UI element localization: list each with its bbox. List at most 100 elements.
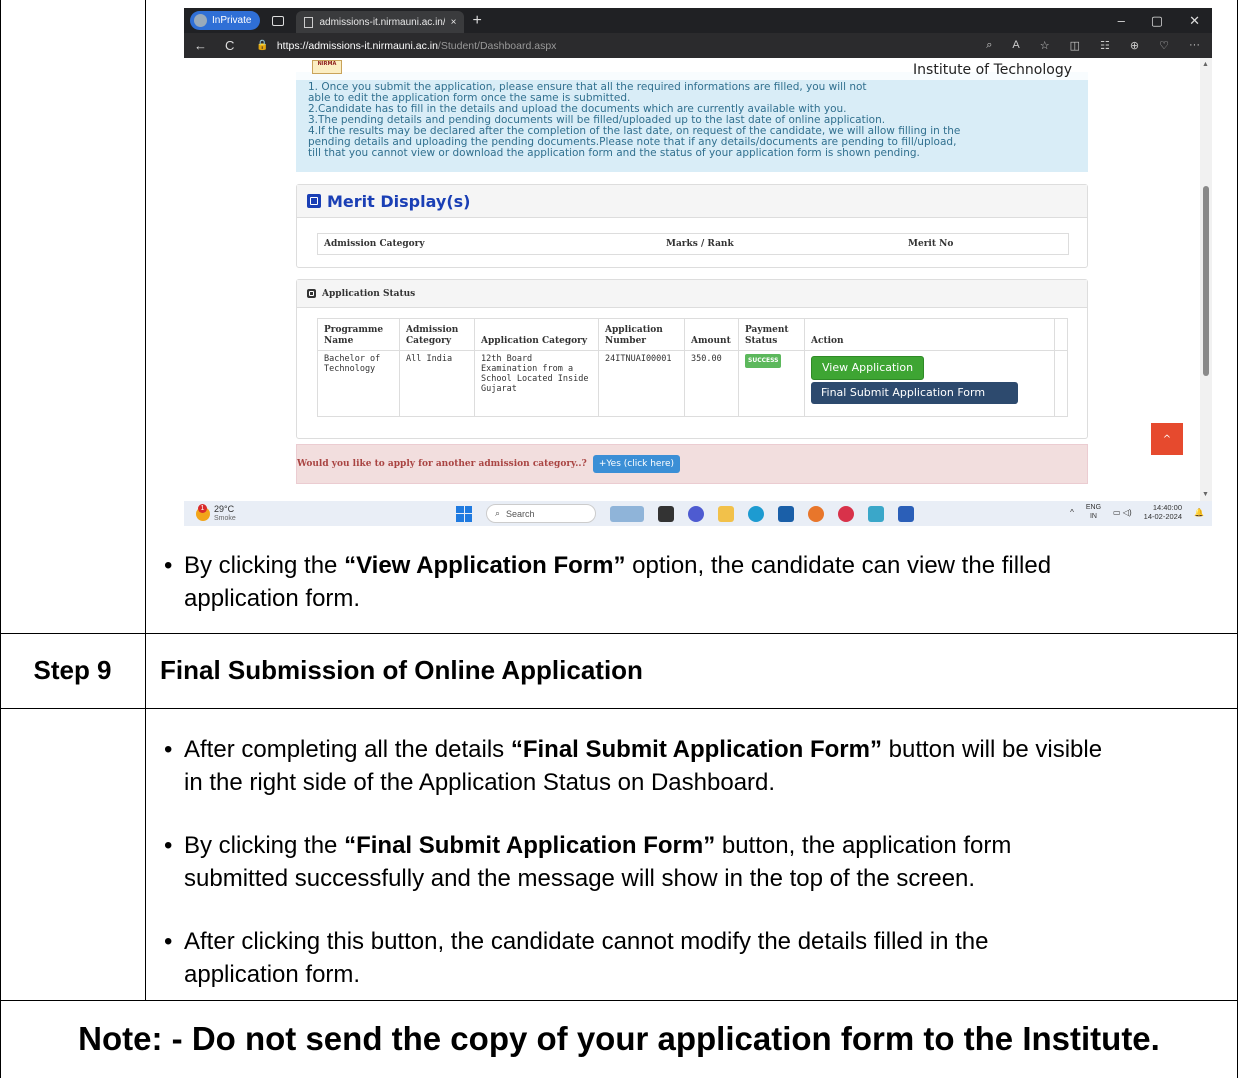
bullet-dot: • xyxy=(164,736,173,763)
merit-col-header: Marks / Rank xyxy=(666,239,734,249)
more-icon[interactable]: ··· xyxy=(1189,39,1200,52)
application-table: Programme Name Admission Category Applic… xyxy=(317,318,1068,417)
scroll-to-top-button[interactable]: ^ xyxy=(1151,423,1183,455)
minimize-icon[interactable]: – xyxy=(1118,13,1125,29)
application-category-cell: 12th Board Examination from a School Loc… xyxy=(474,350,599,417)
web-page: 1. Once you submit the application, plea… xyxy=(184,58,1200,501)
another-category-prompt: Would you like to apply for another admi… xyxy=(297,459,587,469)
edit-square-icon xyxy=(307,194,321,208)
vivaldi-icon[interactable] xyxy=(838,505,854,522)
table-row: Bachelor of Technology All India 12th Bo… xyxy=(317,350,1068,417)
search-icon: ⌕ xyxy=(495,508,501,518)
application-status-panel: Application Status Programme Name Admiss… xyxy=(296,279,1088,439)
firefox-icon[interactable] xyxy=(808,505,824,522)
tab-close-icon[interactable]: × xyxy=(451,17,457,28)
lang-region: IN xyxy=(1089,513,1097,520)
split-screen-icon[interactable]: ◫ xyxy=(1070,39,1080,52)
profile-icon xyxy=(194,14,207,27)
another-category-alert: Would you like to apply for another admi… xyxy=(296,444,1088,484)
bullet-dot: • xyxy=(164,552,173,579)
url-field[interactable]: 🔒 https://admissions-it.nirmauni.ac.in/S… xyxy=(256,40,556,52)
close-icon[interactable]: ✕ xyxy=(1189,13,1200,29)
bullet-view-form: • By clicking the “View Application Form”… xyxy=(164,549,1234,615)
edit-square-icon xyxy=(307,289,316,298)
taskbar-search[interactable]: ⌕ Search xyxy=(486,504,596,523)
table-border-left xyxy=(0,0,1,1078)
language-indicator[interactable]: ENG IN xyxy=(1086,503,1101,521)
weather-condition: Smoke xyxy=(214,514,236,522)
browser-tab[interactable]: admissions-it.nirmauni.ac.in/Stud × xyxy=(296,11,465,33)
final-submit-button[interactable]: Final Submit Application Form xyxy=(811,382,1018,404)
bullet-dot: • xyxy=(164,832,173,859)
network-volume-icon[interactable]: ▭ ◁) xyxy=(1113,508,1132,517)
nirma-logo[interactable]: NIRMA xyxy=(312,60,342,74)
col-header: Programme Name xyxy=(317,318,400,351)
inprivate-badge[interactable]: InPrivate xyxy=(190,11,261,30)
page-scrollbar[interactable]: ▲ ▼ xyxy=(1200,58,1212,501)
file-explorer-icon[interactable] xyxy=(718,505,734,522)
refresh-icon[interactable]: C xyxy=(225,38,234,53)
col-header: Amount xyxy=(684,318,739,351)
column-divider xyxy=(145,0,146,1000)
edge-icon[interactable] xyxy=(748,505,764,522)
system-tray: ^ ENG IN ▭ ◁) 14:40:00 14-02-2024 🔔 xyxy=(1070,503,1204,521)
maximize-icon[interactable]: ▢ xyxy=(1151,13,1163,29)
institute-name: Institute of Technology xyxy=(913,62,1072,78)
chat-icon[interactable] xyxy=(688,505,704,522)
clock[interactable]: 14:40:00 14-02-2024 xyxy=(1144,503,1182,521)
status-panel-heading: Application Status xyxy=(297,280,1087,308)
widgets-icon[interactable] xyxy=(610,505,644,522)
row-divider xyxy=(0,708,1238,709)
notification-bell-icon[interactable]: 🔔 xyxy=(1194,508,1204,517)
scrollbar-thumb[interactable] xyxy=(1203,186,1209,376)
address-bar-tools: ⌕ A ☆ ◫ ☷ ⊕ ♡ ··· xyxy=(986,39,1200,52)
col-header: Application Number xyxy=(598,318,685,351)
status-badge: SUCCESS xyxy=(745,354,782,368)
search-placeholder: Search xyxy=(506,508,535,519)
text: in the right side of the Application Sta… xyxy=(184,769,776,796)
yes-apply-button[interactable]: +Yes (click here) xyxy=(592,455,681,473)
merit-table: Admission Category Marks / Rank Merit No xyxy=(317,233,1069,255)
merit-panel-heading: Merit Display(s) xyxy=(297,185,1087,218)
favorite-icon[interactable]: ☆ xyxy=(1040,39,1050,52)
col-header: Payment Status xyxy=(738,318,805,351)
back-icon[interactable]: ← xyxy=(194,38,207,53)
scroll-down-icon[interactable]: ▼ xyxy=(1202,491,1209,498)
weather-icon xyxy=(196,503,210,521)
text: application form. xyxy=(184,585,361,612)
address-bar: ← C 🔒 https://admissions-it.nirmauni.ac.… xyxy=(184,33,1212,58)
merit-panel: Merit Display(s) Admission Category Mark… xyxy=(296,184,1088,268)
view-application-button[interactable]: View Application xyxy=(811,356,925,380)
page-icon xyxy=(304,16,314,28)
store-icon[interactable] xyxy=(778,505,794,522)
collections-icon[interactable]: ⊕ xyxy=(1130,39,1139,52)
note: Note: - Do not send the copy of your app… xyxy=(78,1020,1160,1057)
browser-essentials-icon[interactable]: ♡ xyxy=(1159,39,1169,52)
merit-col-header: Merit No xyxy=(908,239,954,249)
favorites-list-icon[interactable]: ☷ xyxy=(1100,39,1110,52)
scroll-up-icon[interactable]: ▲ xyxy=(1202,61,1209,68)
task-view-icon[interactable] xyxy=(658,505,674,522)
info-line: till that you cannot view or download th… xyxy=(308,147,920,159)
bullet-final-visible: • After completing all the details “Final… xyxy=(164,733,1234,799)
snipping-tool-icon[interactable] xyxy=(868,505,884,522)
col-header: Action xyxy=(804,318,1055,351)
status-title: Application Status xyxy=(322,288,416,299)
new-tab-icon[interactable]: + xyxy=(472,12,481,30)
amount-cell: 350.00 xyxy=(684,350,739,417)
url-host: https://admissions-it.nirmauni.ac.in xyxy=(276,39,438,52)
taskbar-apps: ⌕ Search xyxy=(456,504,914,523)
dashboard-screenshot: InPrivate admissions-it.nirmauni.ac.in/S… xyxy=(184,8,1212,526)
read-aloud-icon[interactable]: A xyxy=(1012,39,1019,52)
weather-widget[interactable]: 29°CSmoke xyxy=(196,503,236,523)
word-icon[interactable] xyxy=(898,505,914,522)
text: button will be visible xyxy=(881,736,1103,763)
zoom-icon[interactable]: ⌕ xyxy=(986,39,992,52)
empty-cell xyxy=(1054,350,1068,417)
tab-actions-icon[interactable] xyxy=(272,15,285,26)
lock-icon: 🔒 xyxy=(256,40,269,51)
start-icon[interactable] xyxy=(456,505,472,522)
table-header-row: Programme Name Admission Category Applic… xyxy=(317,318,1068,351)
action-cell: View Application Final Submit Applicatio… xyxy=(804,350,1055,417)
chevron-up-icon[interactable]: ^ xyxy=(1070,508,1074,517)
